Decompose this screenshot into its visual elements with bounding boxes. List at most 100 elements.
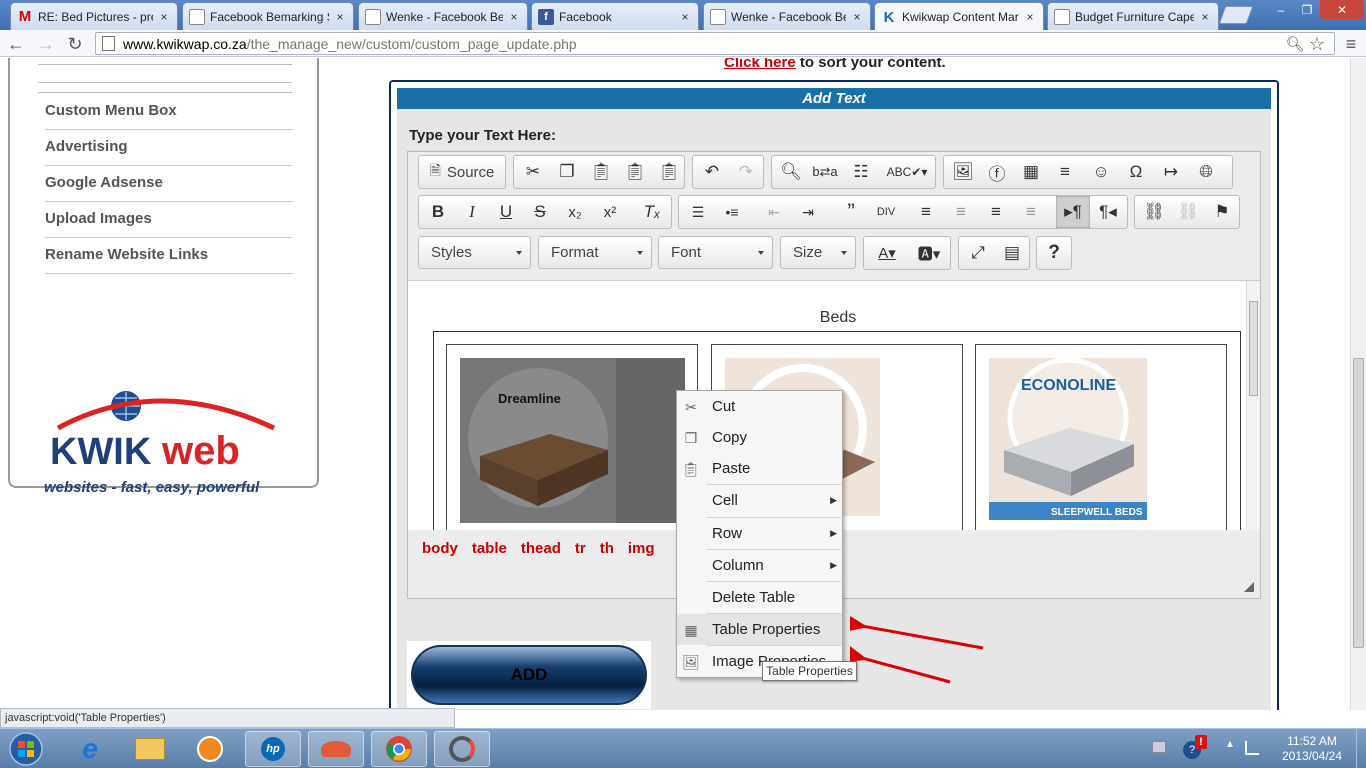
close-icon[interactable]: × (157, 10, 171, 24)
sidebar-item-google-adsense[interactable]: Google Adsense (45, 166, 293, 202)
styles-dropdown[interactable]: Styles (418, 236, 531, 269)
anchor-icon[interactable]: ⚑ (1205, 196, 1239, 228)
image-icon[interactable]: 🖼︎ (946, 156, 980, 188)
page-break-icon[interactable]: ↦ (1154, 156, 1188, 188)
clock[interactable]: 11:52 AM 2013/04/24 (1268, 734, 1356, 764)
table-cell[interactable]: ECONOLINE SLEEPWELL BEDS (975, 344, 1227, 530)
path-img[interactable]: img (628, 540, 655, 557)
strike-icon[interactable]: S (523, 196, 557, 228)
blockquote-icon[interactable]: ” (834, 196, 868, 228)
underline-icon[interactable]: U (489, 196, 523, 228)
reload-icon[interactable]: ↻ (64, 33, 86, 55)
outdent-icon[interactable]: ⇤ (757, 196, 791, 228)
subscript-icon[interactable]: x₂ (558, 196, 592, 228)
ltr-icon[interactable]: ▸¶ (1056, 196, 1090, 228)
align-justify-icon[interactable]: ≡ (1014, 196, 1048, 228)
cut-icon[interactable]: ✂ (516, 156, 550, 188)
unlink-icon[interactable]: ⛓ (1171, 196, 1205, 228)
menu-icon[interactable]: ≡ (1340, 33, 1362, 55)
special-char-icon[interactable]: Ω (1119, 156, 1153, 188)
redo-icon[interactable]: ↷ (729, 156, 763, 188)
undo-icon[interactable]: ↶ (695, 156, 729, 188)
path-thead[interactable]: thead (521, 540, 561, 557)
copy-icon[interactable]: ❐ (550, 156, 584, 188)
dreamline-image[interactable]: Dreamline (460, 358, 685, 523)
page-scrollbar[interactable] (1350, 58, 1366, 710)
add-button[interactable]: ADD (411, 645, 647, 705)
menu-item-delete-table[interactable]: Delete Table (677, 582, 842, 613)
superscript-icon[interactable]: x² (593, 196, 627, 228)
path-table[interactable]: table (472, 540, 507, 557)
resize-handle-icon[interactable] (1244, 582, 1254, 592)
sidebar-item-custom-menu-box[interactable]: Custom Menu Box (45, 94, 293, 130)
align-right-icon[interactable]: ≡ (979, 196, 1013, 228)
path-tr[interactable]: tr (575, 540, 586, 557)
rtl-icon[interactable]: ¶◂ (1091, 196, 1125, 228)
bg-color-icon[interactable]: 🅰︎▾ (908, 237, 950, 269)
menu-item-row[interactable]: Row ▶ (677, 518, 842, 549)
menu-item-cut[interactable]: ✂ Cut (677, 391, 842, 422)
link-icon[interactable]: ⛓ (1137, 196, 1171, 228)
tab-wenke-2[interactable]: Wenke - Facebook Ber × (703, 2, 871, 30)
close-window-icon[interactable]: ✕ (1320, 0, 1364, 19)
close-icon[interactable]: × (1198, 10, 1212, 24)
paste-word-icon[interactable]: 📋︎ (652, 156, 686, 188)
media-player-icon[interactable] (182, 731, 238, 767)
sync-app-icon[interactable] (434, 731, 490, 767)
path-th[interactable]: th (600, 540, 614, 557)
forward-icon[interactable]: → (35, 33, 57, 55)
font-dropdown[interactable]: Font (658, 236, 773, 269)
tray-expand-icon[interactable]: ▲ (1225, 739, 1235, 750)
select-all-icon[interactable]: ☷ (844, 156, 878, 188)
sidebar-item-advertising[interactable]: Advertising (45, 130, 293, 166)
star-icon[interactable]: ☆ (1306, 33, 1328, 55)
close-icon[interactable]: × (333, 10, 347, 24)
menu-item-cell[interactable]: Cell ▶ (677, 485, 842, 516)
source-button[interactable]: 🗎︎ Source (419, 156, 505, 188)
menu-item-paste[interactable]: 📋︎ Paste (677, 453, 842, 484)
tab-facebook-bemarking[interactable]: Facebook Bemarking S × (182, 2, 354, 30)
click-here-link[interactable]: Click here (724, 58, 796, 71)
ie-icon[interactable]: e (62, 731, 118, 767)
bulleted-list-icon[interactable]: •≡ (715, 196, 749, 228)
close-icon[interactable]: × (850, 10, 864, 24)
tab-gmail[interactable]: M RE: Bed Pictures - pret × (10, 2, 178, 30)
help-icon[interactable]: ? (1037, 237, 1071, 269)
menu-item-copy[interactable]: ❐ Copy (677, 422, 842, 453)
start-button[interactable] (2, 731, 50, 767)
taskbar-app-icon[interactable] (308, 731, 364, 767)
close-icon[interactable]: × (507, 10, 521, 24)
tab-budget-furniture[interactable]: Budget Furniture Cape × (1047, 2, 1219, 30)
sidebar-item-rename-website-links[interactable]: Rename Website Links (45, 238, 293, 274)
table-icon[interactable]: ▦ (1014, 156, 1048, 188)
bold-icon[interactable]: B (421, 196, 455, 228)
network-icon[interactable] (1245, 741, 1259, 755)
action-center-icon[interactable]: ? ! (1183, 735, 1207, 761)
remove-format-icon[interactable]: Tₓ (635, 196, 669, 228)
close-icon[interactable]: × (1023, 10, 1037, 24)
size-dropdown[interactable]: Size (780, 236, 856, 269)
smiley-icon[interactable]: ☺ (1084, 156, 1118, 188)
keyboard-icon[interactable] (1152, 741, 1166, 753)
flash-icon[interactable]: ⓕ (980, 156, 1014, 188)
show-desktop-button[interactable] (1356, 729, 1366, 768)
table-cell[interactable]: Dreamline (446, 344, 698, 530)
italic-icon[interactable]: I (455, 196, 489, 228)
replace-icon[interactable]: b⇄a (808, 156, 842, 188)
chrome-icon[interactable] (371, 731, 427, 767)
zoom-icon[interactable]: 🔍︎ (1284, 33, 1306, 55)
align-left-icon[interactable]: ≡ (909, 196, 943, 228)
spellcheck-icon[interactable]: ABC✔▾ (882, 156, 932, 188)
format-dropdown[interactable]: Format (538, 236, 652, 269)
maximize-icon[interactable]: ⤢ (961, 237, 995, 269)
back-icon[interactable]: ← (5, 33, 27, 55)
close-icon[interactable]: × (678, 10, 692, 24)
show-blocks-icon[interactable]: ▤ (995, 237, 1029, 269)
paste-text-icon[interactable]: 📋︎ (618, 156, 652, 188)
align-center-icon[interactable]: ≡ (944, 196, 978, 228)
text-color-icon[interactable]: A▾ (866, 237, 908, 269)
tab-kwikwap[interactable]: K Kwikwap Content Mar × (874, 2, 1044, 31)
minimize-icon[interactable]: ‒ (1268, 0, 1294, 19)
indent-icon[interactable]: ⇥ (791, 196, 825, 228)
numbered-list-icon[interactable]: ☰ (681, 196, 715, 228)
